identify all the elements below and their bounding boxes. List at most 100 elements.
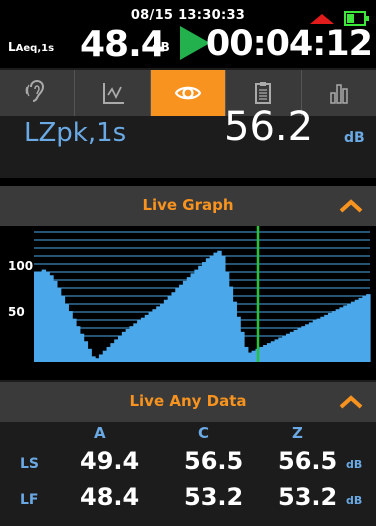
graph-bar (244, 346, 249, 362)
bars-icon (330, 84, 348, 104)
graph-bar (106, 346, 111, 362)
row-label-ls: LS (20, 456, 40, 472)
graph-bar (213, 252, 218, 362)
graph-bar (156, 306, 161, 362)
column-header-a: A (94, 424, 106, 442)
warning-triangle-icon (310, 14, 334, 24)
graph-bar (68, 311, 73, 362)
ear-icon (25, 79, 45, 102)
live-graph-chart: 100 50 (8, 226, 371, 362)
graph-bar (163, 299, 169, 362)
graph-bar (328, 312, 333, 362)
graph-bar (343, 305, 348, 362)
graph-bar (335, 309, 341, 362)
zpk-readout: LZpk,1s 56.2 dB (0, 104, 376, 178)
y-tick-label: 50 (8, 305, 25, 319)
graph-bar (289, 331, 295, 362)
graph-bar (270, 341, 276, 362)
graph-bar (110, 343, 115, 362)
graph-bar (247, 352, 253, 362)
ls-z-value: 56.5 (278, 447, 338, 475)
graph-bar (224, 271, 230, 362)
graph-bar (133, 323, 138, 362)
graph-bar (320, 316, 325, 362)
column-header-c: C (198, 424, 210, 442)
graph-bar (144, 314, 150, 362)
chevron-up-icon[interactable] (338, 394, 364, 410)
graph-bar (236, 316, 241, 362)
elapsed-timer: 00:04:12 (205, 24, 373, 64)
graph-bar (228, 286, 234, 362)
graph-bar (312, 320, 318, 362)
graph-bar (209, 255, 215, 362)
status-header: 08/15 13:30:33 LAeq,1s 48.4 dB 00:04:12 (0, 0, 376, 68)
graph-bar (186, 277, 192, 362)
tab-live-view[interactable] (150, 70, 227, 116)
graph-bar (266, 343, 272, 362)
chevron-up-icon[interactable] (338, 198, 364, 214)
ls-a-value: 49.4 (80, 447, 140, 475)
graph-bar (286, 333, 291, 362)
graph-bar (49, 275, 54, 362)
graph-bar (354, 299, 360, 362)
graph-bar (202, 262, 207, 362)
graph-bar (76, 326, 81, 362)
graph-bar (263, 345, 268, 362)
graph-bar (331, 311, 337, 362)
graph-bar (194, 269, 199, 362)
graph-bar (347, 303, 352, 362)
y-tick-label: 100 (8, 259, 33, 273)
graph-bar (316, 318, 321, 362)
graph-bar (350, 301, 356, 362)
graph-bar (118, 335, 123, 362)
graph-bar (179, 284, 184, 362)
graph-icon (102, 83, 124, 104)
graph-bar (251, 350, 257, 362)
tab-hearing[interactable] (0, 70, 76, 116)
zpk-label: LZpk,1s (24, 118, 127, 148)
live-graph-title: Live Graph (142, 196, 234, 214)
graph-bar (324, 314, 329, 362)
graph-bar (167, 296, 173, 362)
clipboard-icon (255, 82, 272, 104)
graph-bar (293, 329, 299, 362)
graph-bar (79, 333, 85, 362)
graph-bar (83, 341, 89, 362)
row-label-lf: LF (20, 492, 39, 508)
live-graph-header[interactable]: Live Graph (0, 186, 376, 226)
column-header-z: Z (292, 424, 303, 442)
lf-z-value: 53.2 (278, 483, 338, 511)
graph-bar (140, 317, 146, 362)
graph-bar (152, 309, 157, 362)
lf-c-value: 53.2 (184, 483, 244, 511)
level-label: LAeq,1s (8, 40, 55, 54)
ls-c-value: 56.5 (184, 447, 244, 475)
graph-bar (339, 307, 344, 362)
eye-icon (174, 86, 202, 100)
graph-bar (34, 272, 39, 362)
graph-bar (308, 322, 314, 362)
graph-bar (305, 324, 310, 362)
graph-bar (98, 354, 104, 362)
ls-unit: dB (346, 458, 363, 471)
graph-bar (198, 265, 203, 362)
graph-bar (217, 250, 222, 362)
live-graph: 100 50 (0, 226, 376, 372)
graph-bar (87, 348, 92, 362)
graph-bar (37, 271, 43, 362)
graph-bar (60, 296, 66, 362)
graph-bar (41, 269, 47, 362)
tab-graph[interactable] (75, 70, 151, 116)
zpk-unit: dB (344, 130, 365, 146)
graph-bar (125, 329, 131, 362)
graph-bar (221, 256, 226, 362)
graph-bar (121, 331, 127, 362)
graph-bar (182, 280, 188, 362)
graph-bar (45, 271, 50, 362)
live-any-data-header[interactable]: Live Any Data (0, 382, 376, 422)
graph-bar (362, 296, 367, 362)
tab-bar (0, 70, 376, 116)
graph-bar (148, 312, 153, 362)
graph-bar (205, 258, 211, 362)
main-level-unit: dB (152, 40, 170, 54)
